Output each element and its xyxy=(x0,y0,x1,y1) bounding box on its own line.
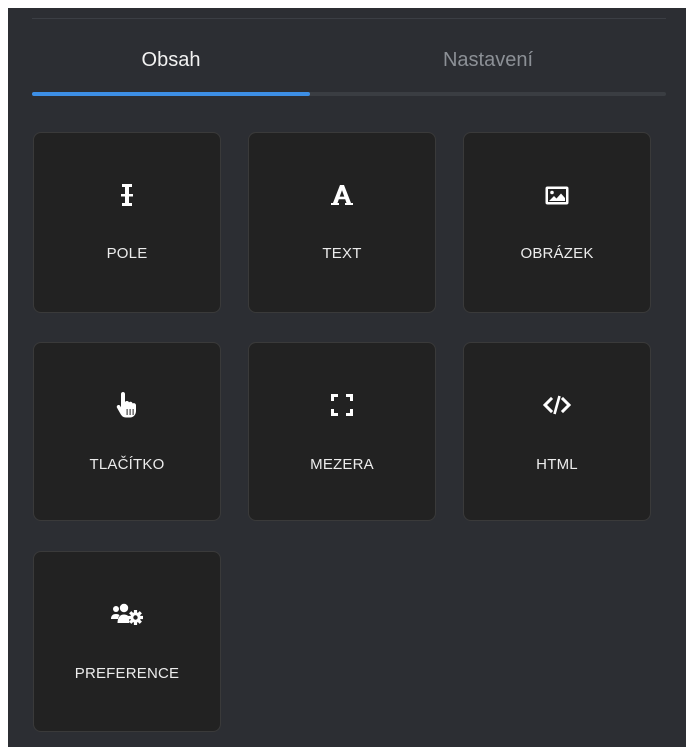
block-tile-mezera[interactable]: MEZERA xyxy=(248,342,436,521)
spacer-corners-icon xyxy=(249,389,435,421)
tile-label: PREFERENCE xyxy=(74,665,180,682)
block-tile-text[interactable]: TEXT xyxy=(248,132,436,313)
text-cursor-icon xyxy=(34,179,220,211)
block-tile-pole[interactable]: POLE xyxy=(33,132,221,313)
tile-label: POLE xyxy=(106,245,148,262)
hand-pointer-icon xyxy=(34,389,220,421)
block-tile-html[interactable]: HTML xyxy=(463,342,651,521)
tile-label: OBRÁZEK xyxy=(520,245,594,262)
image-icon xyxy=(464,179,650,211)
editor-sidebar-panel: Obsah Nastavení POLE TEXT OBRÁZEK TLAČÍT… xyxy=(8,8,686,747)
content-blocks-grid: POLE TEXT OBRÁZEK TLAČÍTKO MEZERA HTML P… xyxy=(33,132,653,732)
tile-label: TLAČÍTKO xyxy=(89,456,165,473)
tab-obsah[interactable]: Obsah xyxy=(32,38,310,92)
tile-label: TEXT xyxy=(322,245,362,262)
users-cog-icon xyxy=(34,598,220,630)
top-divider xyxy=(32,18,666,19)
letter-a-icon xyxy=(249,179,435,211)
code-icon xyxy=(464,389,650,421)
block-tile-preference[interactable]: PREFERENCE xyxy=(33,551,221,732)
block-tile-tlacitko[interactable]: TLAČÍTKO xyxy=(33,342,221,521)
tile-label: HTML xyxy=(536,456,578,473)
block-tile-obrazek[interactable]: OBRÁZEK xyxy=(463,132,651,313)
tab-nastaveni[interactable]: Nastavení xyxy=(310,38,666,92)
tab-bar: Obsah Nastavení xyxy=(32,38,666,96)
active-tab-indicator xyxy=(32,92,310,96)
tile-label: MEZERA xyxy=(310,456,374,473)
